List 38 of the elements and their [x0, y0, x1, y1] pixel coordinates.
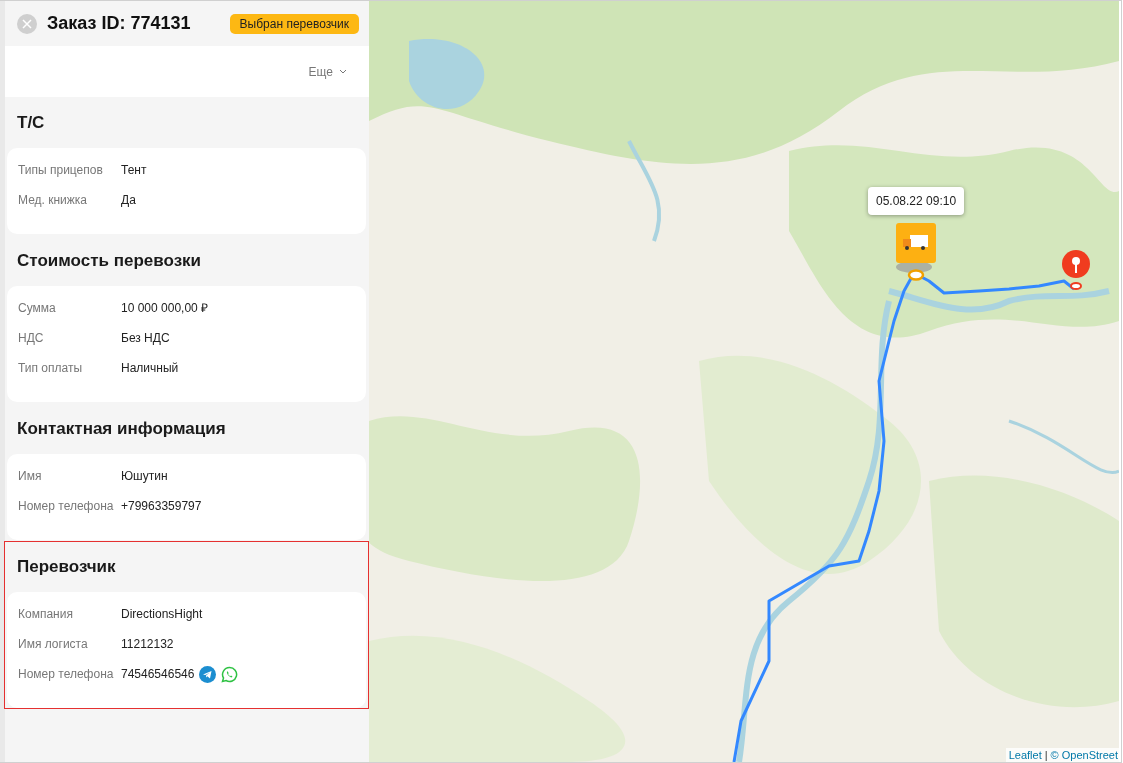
field-label: Сумма [18, 300, 57, 317]
field-label: Мед. книжка [18, 192, 88, 209]
whatsapp-icon[interactable] [221, 665, 239, 683]
field-label: НДС [18, 330, 45, 347]
more-menu[interactable]: Еще [308, 64, 347, 79]
section-title: Перевозчик [16, 556, 117, 578]
field-label: Тип оплаты [18, 360, 84, 377]
field-label: Типы прицепов [18, 162, 104, 179]
field-label: Номер телефона [18, 498, 115, 515]
field-value: 11212132 [121, 636, 174, 653]
separator: | [1044, 749, 1048, 761]
field-value: Без НДС [121, 330, 170, 347]
leaflet-link[interactable]: Leaflet [1008, 749, 1042, 761]
location-pin-icon[interactable] [1061, 249, 1091, 291]
field-value: Юшутин [121, 468, 168, 485]
openstreetmap-link[interactable]: © OpenStreet [1050, 749, 1118, 761]
section-title: Т/С [16, 112, 46, 134]
field-label: Имя [18, 468, 43, 485]
status-badge: Выбран перевозчик [229, 13, 359, 34]
field-value: +79963359797 [121, 498, 202, 515]
field-value: 10 000 000,00 ₽ [121, 300, 209, 317]
field-label: Имя логиста [18, 636, 89, 653]
section-title: Контактная информация [16, 418, 227, 440]
order-title: Заказ ID: 774131 [47, 13, 192, 34]
close-icon [22, 18, 32, 29]
telegram-icon[interactable] [199, 665, 217, 683]
field-value: Да [121, 192, 136, 209]
time-tooltip: 05.08.22 09:10 [868, 187, 965, 215]
chevron-down-icon [339, 69, 347, 74]
field-value: Наличный [121, 360, 179, 377]
field-value: 74546546546 [121, 666, 195, 683]
truck-marker[interactable] [894, 223, 938, 281]
field-label: Компания [18, 606, 74, 623]
close-button[interactable] [17, 13, 37, 34]
field-value: Тент [121, 162, 147, 179]
field-label: Номер телефона [18, 666, 115, 683]
section-title: Стоимость перевозки [16, 250, 203, 272]
field-value: DirectionsHight [121, 606, 203, 623]
